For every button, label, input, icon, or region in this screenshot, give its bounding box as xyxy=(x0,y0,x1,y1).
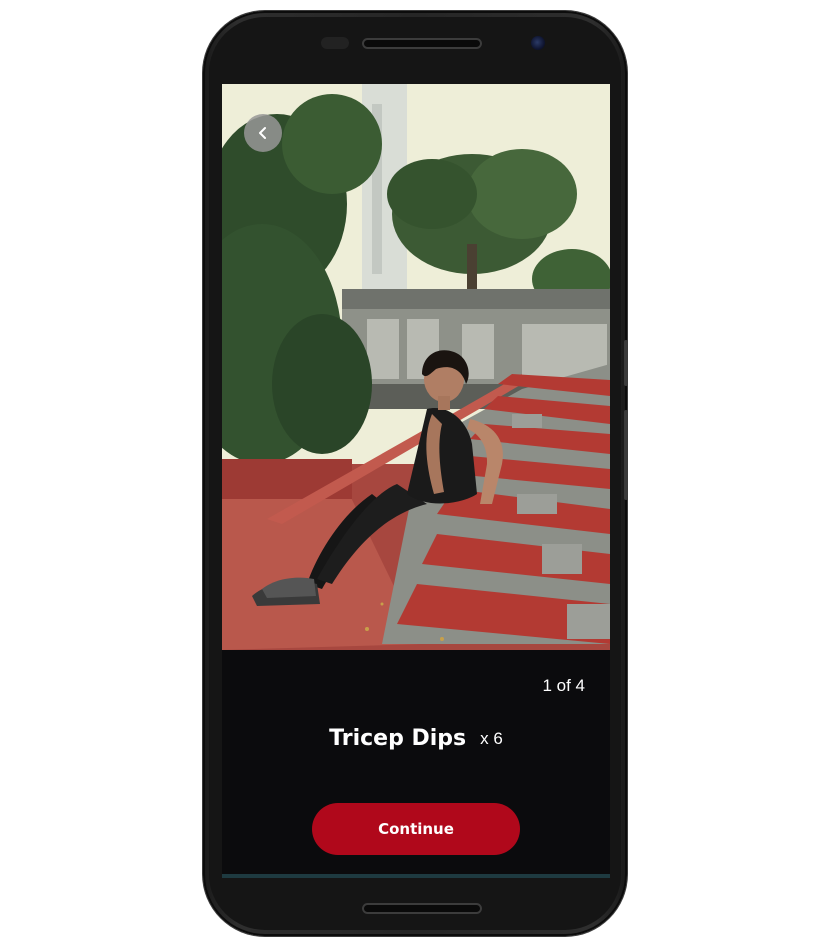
screen-bottom-edge xyxy=(222,874,610,878)
bottom-speaker xyxy=(362,903,482,914)
proximity-sensor xyxy=(321,37,349,49)
front-camera xyxy=(531,36,545,50)
continue-button[interactable]: Continue xyxy=(312,803,520,855)
app-screen: 1 of 4 Tricep Dips x 6 Continue xyxy=(222,84,610,878)
exercise-title-row: Tricep Dips x 6 xyxy=(222,726,610,751)
volume-button xyxy=(624,410,628,500)
exercise-counter: 1 of 4 xyxy=(542,676,585,695)
earpiece-speaker xyxy=(362,38,482,49)
power-button xyxy=(624,340,628,386)
exercise-name: Tricep Dips xyxy=(329,726,467,751)
chevron-left-icon xyxy=(259,127,266,139)
back-button[interactable] xyxy=(244,114,282,152)
exercise-reps: x 6 xyxy=(480,728,503,748)
exercise-photo xyxy=(222,84,610,650)
